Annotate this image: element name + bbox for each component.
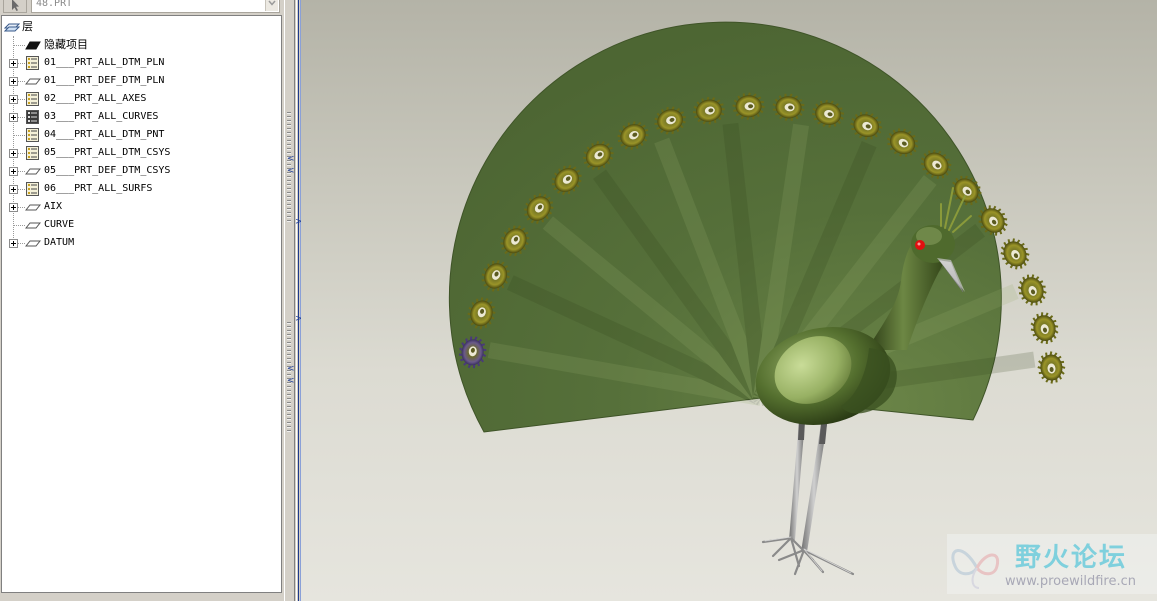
expand-plus-icon[interactable] <box>9 95 18 104</box>
layer-sheet-icon <box>25 204 41 211</box>
layer-row-label: 02___PRT_ALL_AXES <box>44 93 147 104</box>
layer-list-icon <box>26 146 39 160</box>
layer-sheet-icon <box>25 168 41 175</box>
layer-row-label: CURVE <box>44 219 75 230</box>
tree-connector <box>18 189 25 190</box>
tree-connector <box>13 225 25 226</box>
layers-icon <box>4 23 20 32</box>
layer-sheet-icon <box>25 222 41 229</box>
layer-row[interactable]: 05___PRT_DEF_DTM_CSYS <box>2 163 272 179</box>
butterfly-logo-icon <box>951 549 1000 589</box>
watermark: 野火论坛 www.proewildfire.cn <box>947 534 1157 594</box>
collapse-left-icon[interactable]: < <box>287 376 295 386</box>
layer-list-icon <box>26 92 39 106</box>
tree-connector <box>18 207 25 208</box>
collapse-left-icon[interactable]: < <box>287 154 295 164</box>
part-selector-dropdown[interactable]: 48.PRT <box>31 0 280 13</box>
layer-row-label: DATUM <box>44 237 75 248</box>
layer-row[interactable]: 01___PRT_ALL_DTM_PLN <box>2 55 272 71</box>
layer-row[interactable]: 06___PRT_ALL_SURFS <box>2 181 272 197</box>
layer-panel: 48.PRT 层隐藏项目 01___PRT_ALL_DTM_PLN 01___PRT… <box>0 0 289 601</box>
expand-plus-icon[interactable] <box>9 239 18 248</box>
layer-tree-root-label: 层 <box>22 20 33 33</box>
layer-row[interactable]: 03___PRT_ALL_CURVES <box>2 109 272 125</box>
layer-row[interactable]: DATUM <box>2 235 272 251</box>
expand-plus-icon[interactable] <box>9 113 18 122</box>
watermark-title: 野火论坛 <box>1015 543 1128 573</box>
expand-plus-icon[interactable] <box>9 167 18 176</box>
layer-row[interactable]: 04___PRT_ALL_DTM_PNT <box>2 127 272 143</box>
part-selector-value: 48.PRT <box>36 0 73 9</box>
tree-connector <box>18 63 25 64</box>
hidden-items-row[interactable]: 隐藏项目 <box>2 37 272 53</box>
layer-row[interactable]: CURVE <box>2 217 272 233</box>
layer-row[interactable]: AIX <box>2 199 272 215</box>
layer-row-label: AIX <box>44 201 63 212</box>
tree-connector <box>18 117 25 118</box>
layer-row-label: 01___PRT_DEF_DTM_PLN <box>44 75 165 86</box>
layer-tree: 层隐藏项目 01___PRT_ALL_DTM_PLN 01___PRT_DEF_DT… <box>1 15 282 593</box>
layer-row-label: 04___PRT_ALL_DTM_PNT <box>44 129 165 140</box>
layer-row[interactable]: 02___PRT_ALL_AXES <box>2 91 272 107</box>
layer-row[interactable]: 05___PRT_ALL_DTM_CSYS <box>2 145 272 161</box>
watermark-url: www.proewildfire.cn <box>1005 574 1136 589</box>
layer-list-icon <box>26 128 39 142</box>
layer-row-label: 05___PRT_DEF_DTM_CSYS <box>44 165 171 176</box>
layer-list-icon <box>26 56 39 70</box>
feather-eye <box>1017 274 1047 306</box>
select-arrow-button[interactable] <box>3 0 27 13</box>
expand-plus-icon[interactable] <box>9 77 18 86</box>
layer-sheet-icon <box>25 78 41 85</box>
tree-connector <box>18 81 25 82</box>
layer-tree-root[interactable]: 层 <box>4 19 274 35</box>
layer-row-label: 06___PRT_ALL_SURFS <box>44 183 153 194</box>
model-tree-toolbar: 48.PRT <box>0 0 289 13</box>
tree-connector <box>18 171 25 172</box>
cursor-arrow-icon <box>12 0 19 11</box>
tree-connector <box>18 99 25 100</box>
hidden-items-label: 隐藏项目 <box>44 38 88 51</box>
tree-connector <box>13 45 25 46</box>
layer-list-hidden-icon <box>26 110 39 124</box>
expand-plus-icon[interactable] <box>9 59 18 68</box>
layer-row-label: 03___PRT_ALL_CURVES <box>44 111 159 122</box>
layer-row[interactable]: 01___PRT_DEF_DTM_PLN <box>2 73 272 89</box>
collapse-left-icon[interactable]: < <box>287 166 295 176</box>
chevron-down-icon[interactable] <box>265 0 278 11</box>
feather-eye <box>1037 351 1066 384</box>
tree-connector <box>18 153 25 154</box>
feather-eye <box>1000 238 1030 270</box>
hidden-layer-icon <box>25 41 41 50</box>
graphics-viewport[interactable]: 野火论坛 www.proewildfire.cn <box>301 0 1157 601</box>
feather-eye <box>1030 312 1059 344</box>
tree-connector <box>18 243 25 244</box>
layer-list-icon <box>26 182 39 196</box>
expand-plus-icon[interactable] <box>9 149 18 158</box>
layer-row-label: 01___PRT_ALL_DTM_PLN <box>44 57 165 68</box>
expand-plus-icon[interactable] <box>9 203 18 212</box>
layer-row-label: 05___PRT_ALL_DTM_CSYS <box>44 147 171 158</box>
collapse-left-icon[interactable]: < <box>287 364 295 374</box>
peacock-model <box>448 21 1066 576</box>
expand-plus-icon[interactable] <box>9 185 18 194</box>
tree-connector <box>13 135 25 136</box>
layer-sheet-icon <box>25 240 41 247</box>
peacock-legs <box>761 420 855 576</box>
panel-splitter[interactable]: < < > > < < <box>284 0 303 601</box>
